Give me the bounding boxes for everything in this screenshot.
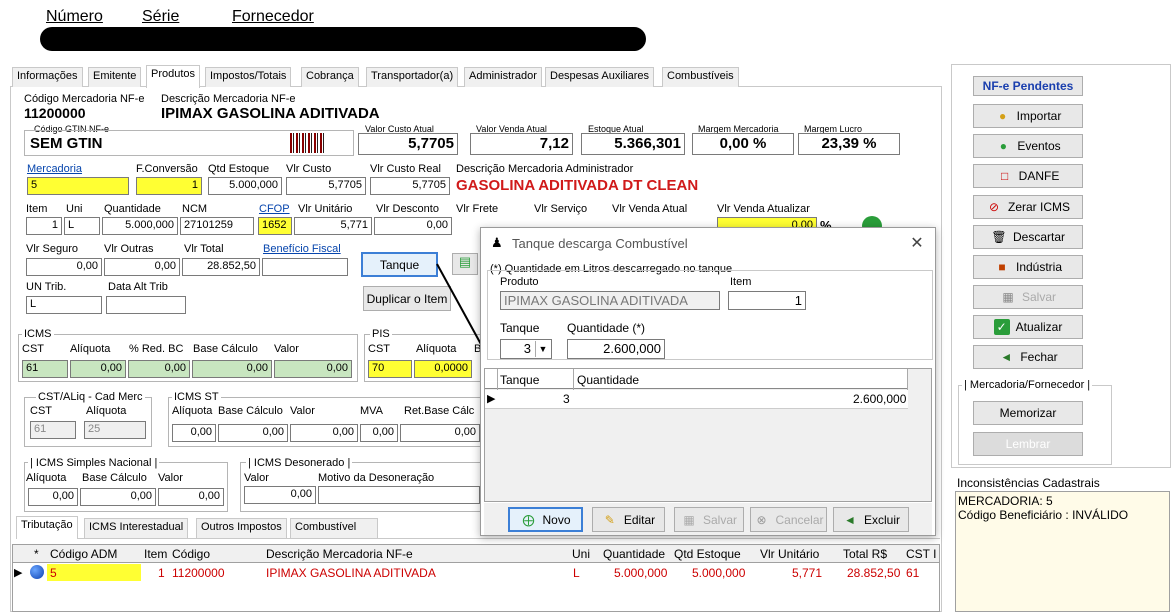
chevron-down-icon[interactable]: ▼ (535, 341, 550, 357)
novo-button[interactable]: ⨁ Novo (508, 507, 583, 532)
edit-icon: ✎ (604, 512, 615, 527)
dialog-qtd-field[interactable]: 2.600,000 (567, 339, 665, 359)
cancel-icon: ⊗ (756, 512, 767, 527)
new-icon: ⨁ (522, 512, 535, 527)
dialog-col-tanque[interactable]: Tanque (500, 373, 539, 387)
dialog-col-quantidade[interactable]: Quantidade (577, 373, 639, 387)
close-icon[interactable]: ✕ (908, 233, 926, 252)
dialog-item-field[interactable]: 1 (728, 291, 806, 310)
dialog-save-icon: ▦ (683, 512, 695, 527)
dialog-tanque-label: Tanque (500, 321, 540, 335)
dialog-title: Tanque descarga Combustível (512, 236, 688, 251)
dialog-salvar-button[interactable]: ▦ Salvar (674, 507, 744, 532)
dialog-produto-field: IPIMAX GASOLINA ADITIVADA (500, 291, 720, 310)
dialog-item-label: Item (730, 276, 752, 288)
cancelar-button[interactable]: ⊗ Cancelar (750, 507, 827, 532)
user-icon: ♟ (491, 235, 503, 250)
editar-button[interactable]: ✎ Editar (592, 507, 665, 532)
excluir-button[interactable]: ◄ Excluir (833, 507, 909, 532)
delete-icon: ◄ (844, 512, 856, 527)
dialog-qtd-label: Quantidade (*) (567, 321, 646, 335)
dialog-row-pointer-icon: ▶ (487, 393, 496, 405)
dialog-row-tanque[interactable]: 3 (563, 392, 570, 406)
dialog-produto-label: Produto (500, 276, 539, 288)
dialog-row-qtd[interactable]: 2.600,000 (853, 392, 906, 406)
